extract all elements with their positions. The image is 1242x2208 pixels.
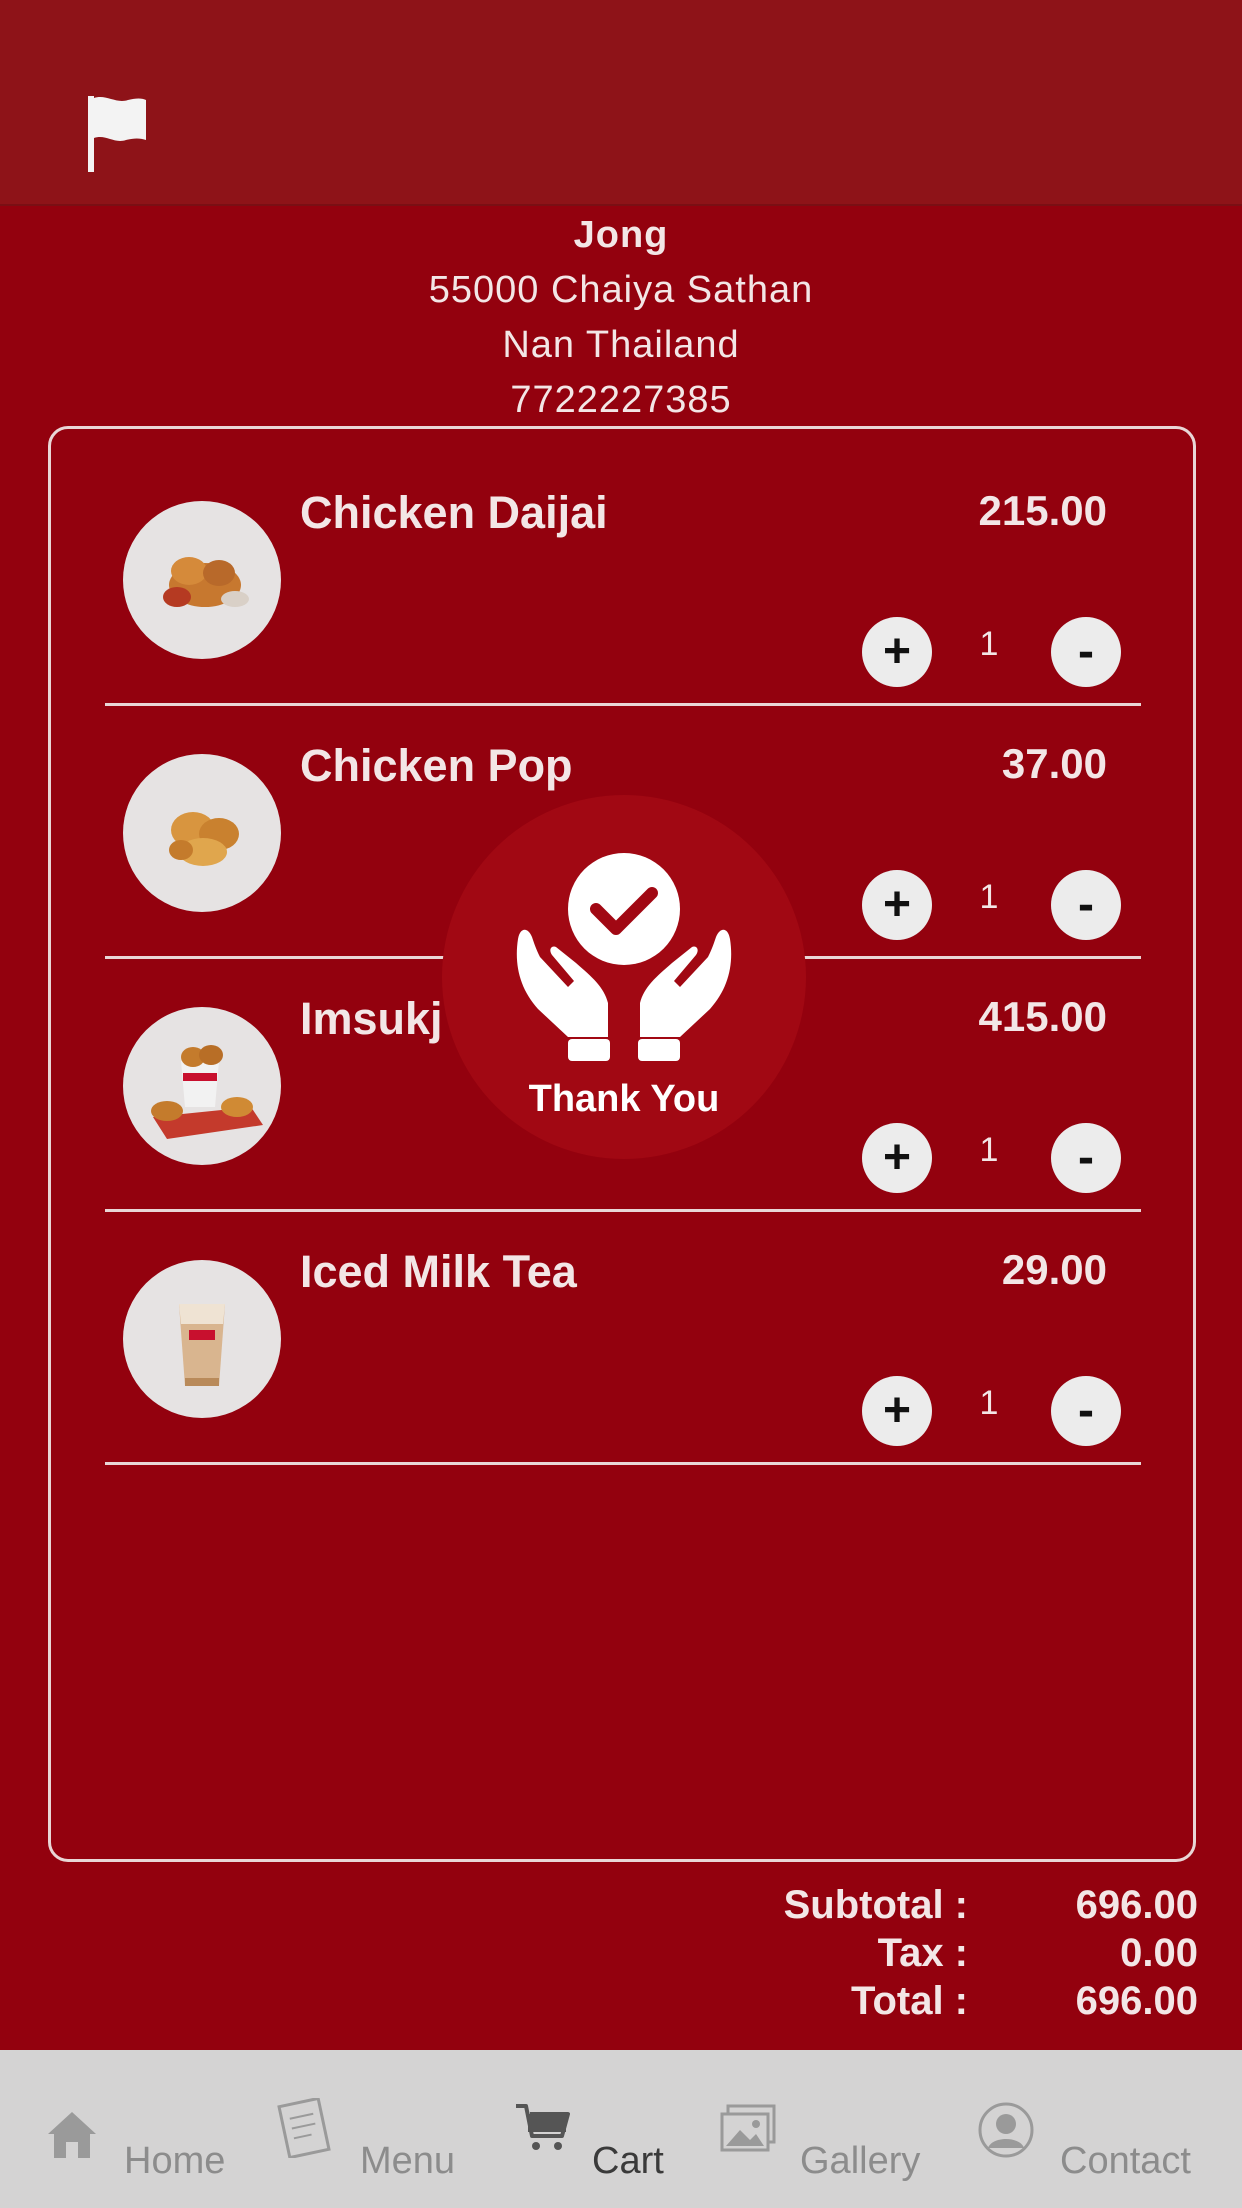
decrease-quantity-button[interactable]: - <box>1051 617 1121 687</box>
decrease-quantity-button[interactable]: - <box>1051 870 1121 940</box>
item-quantity: 1 <box>979 1384 999 1422</box>
customer-info: Jong 55000 Chaiya Sathan Nan Thailand 77… <box>0 208 1242 428</box>
item-image <box>123 501 281 659</box>
hands-check-icon <box>516 853 732 1061</box>
item-price: 215.00 <box>978 487 1107 534</box>
phone-number: 7722227385 <box>510 379 732 421</box>
total-label: Total : <box>850 1979 968 2023</box>
tab-label: Cart <box>592 2140 664 2182</box>
tab-home[interactable]: Home <box>42 2104 242 2194</box>
item-price: 29.00 <box>1001 1246 1107 1293</box>
tax-label: Tax : <box>877 1931 968 1975</box>
increase-quantity-button[interactable]: + <box>862 1123 932 1193</box>
cart-item: Iced Milk Tea 29.00 + 1 - <box>51 1188 1199 1465</box>
bottom-tab-bar: Home Menu Cart Gallery Contact <box>0 2050 1242 2208</box>
decrease-quantity-button[interactable]: - <box>1051 1376 1121 1446</box>
tax-value: 0.00 <box>1120 1931 1198 1975</box>
order-totals: Subtotal : 696.00 Tax : 0.00 Total : 696… <box>0 1883 1242 2027</box>
tab-contact[interactable]: Contact <box>976 2102 1216 2194</box>
subtotal-label: Subtotal : <box>783 1883 968 1927</box>
total-value: 696.00 <box>1075 1979 1198 2023</box>
menu-icon <box>277 2098 331 2158</box>
address-line1: 55000 Chaiya Sathan <box>428 269 814 311</box>
flag-icon[interactable] <box>84 94 150 174</box>
contact-icon <box>978 2102 1034 2158</box>
item-quantity: 1 <box>979 878 999 916</box>
home-icon <box>48 2112 96 2158</box>
item-quantity: 1 <box>979 1131 999 1169</box>
subtotal-value: 696.00 <box>1075 1883 1198 1927</box>
item-name: Chicken Daijai <box>300 487 608 538</box>
top-bar <box>0 0 1242 206</box>
customer-name: Jong <box>573 214 669 256</box>
tab-label: Home <box>124 2140 226 2182</box>
item-price: 37.00 <box>1001 740 1107 787</box>
item-image <box>123 754 281 912</box>
tax-row: Tax : 0.00 <box>0 1931 1242 1979</box>
cart-item: Chicken Daijai 215.00 + 1 - <box>51 429 1199 706</box>
tab-label: Gallery <box>800 2140 921 2182</box>
thank-you-overlay: Thank You <box>442 795 806 1159</box>
address-line2: Nan Thailand <box>502 324 740 366</box>
total-row: Total : 696.00 <box>0 1979 1242 2027</box>
decrease-quantity-button[interactable]: - <box>1051 1123 1121 1193</box>
increase-quantity-button[interactable]: + <box>862 870 932 940</box>
item-price: 415.00 <box>978 993 1107 1040</box>
gallery-icon <box>720 2104 776 2152</box>
tab-gallery[interactable]: Gallery <box>718 2104 938 2194</box>
tab-menu[interactable]: Menu <box>274 2098 474 2194</box>
thank-you-text: Thank You <box>528 1078 720 1120</box>
item-quantity: 1 <box>979 625 999 663</box>
increase-quantity-button[interactable]: + <box>862 1376 932 1446</box>
cart-icon <box>516 2104 570 2150</box>
tab-label: Menu <box>360 2140 456 2182</box>
item-image <box>123 1007 281 1165</box>
item-name: Imsukj <box>300 993 443 1044</box>
item-image <box>123 1260 281 1418</box>
item-name: Chicken Pop <box>300 740 573 791</box>
item-name: Iced Milk Tea <box>300 1246 577 1297</box>
subtotal-row: Subtotal : 696.00 <box>0 1883 1242 1931</box>
tab-cart[interactable]: Cart <box>512 2104 692 2194</box>
tab-label: Contact <box>1060 2140 1191 2182</box>
divider <box>105 1462 1141 1465</box>
increase-quantity-button[interactable]: + <box>862 617 932 687</box>
